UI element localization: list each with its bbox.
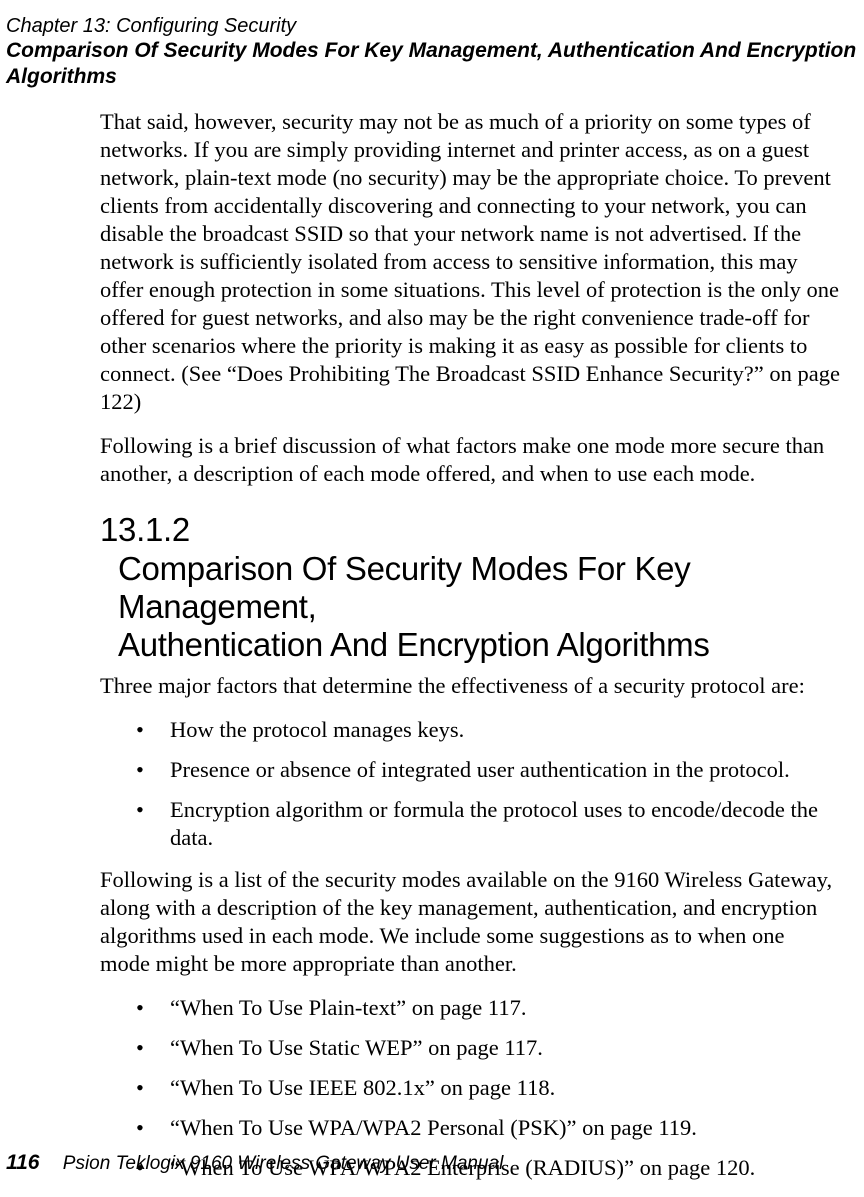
chapter-title: Chapter 13: Configuring Security [6,14,864,38]
list-item: “When To Use IEEE 802.1x” on page 118. [100,1074,840,1102]
section-title-line: Authentication And Encryption Algorithms [118,626,710,663]
paragraph: Three major factors that determine the e… [100,672,840,700]
paragraph: Following is a brief discussion of what … [100,432,840,488]
paragraph: Following is a list of the security mode… [100,866,840,978]
list-item: How the protocol manages keys. [100,716,840,744]
list-item: Presence or absence of integrated user a… [100,756,840,784]
page: Chapter 13: Configuring Security Compari… [0,0,864,1197]
body-content: That said, however, security may not be … [100,108,840,1196]
list-item: “When To Use Static WEP” on page 117. [100,1034,840,1062]
footer: 116 Psion Teklogix 9160 Wireless Gateway… [6,1151,503,1175]
section-title-line: Comparison Of Security Modes For Key Man… [118,550,690,625]
section-number: 13.1.2 [100,510,190,550]
section-heading: 13.1.2 Comparison Of Security Modes For … [100,510,840,664]
bullet-list: How the protocol manages keys. Presence … [100,716,840,852]
list-item: “When To Use Plain-text” on page 117. [100,994,840,1022]
paragraph: That said, however, security may not be … [100,108,840,416]
page-number: 116 [6,1151,39,1174]
section-title-header: Comparison Of Security Modes For Key Man… [6,38,864,90]
manual-title: Psion Teklogix 9160 Wireless Gateway Use… [63,1153,504,1174]
section-title: Comparison Of Security Modes For Key Man… [118,550,840,664]
running-header: Chapter 13: Configuring Security Compari… [0,14,864,90]
list-item: Encryption algorithm or formula the prot… [100,796,840,852]
list-item: “When To Use WPA/WPA2 Personal (PSK)” on… [100,1114,840,1142]
